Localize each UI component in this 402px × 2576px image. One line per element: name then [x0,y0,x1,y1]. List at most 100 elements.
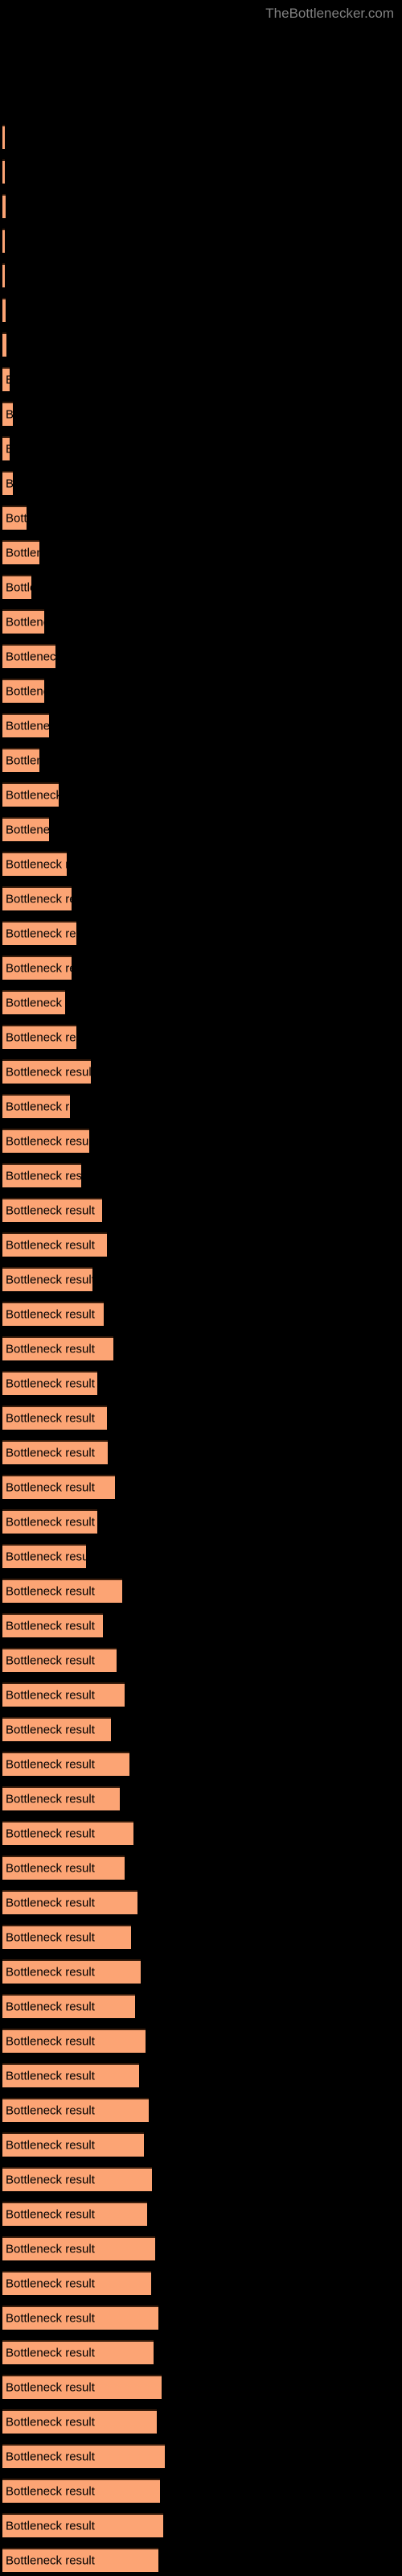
bar[interactable]: Bottleneck result [2,2236,155,2260]
bar[interactable]: Bottleneck result [2,159,5,184]
bar[interactable]: Bottleneck result [2,1821,133,1845]
bar[interactable]: Bottleneck result [2,2340,154,2364]
bar-label: Bottleneck result [6,996,65,1010]
bar[interactable]: Bottleneck result [2,713,49,737]
bar[interactable]: Bottleneck result [2,1717,111,1741]
bar[interactable]: Bottleneck result [2,2548,158,2572]
bar-label: Bottleneck result [6,753,39,768]
bar[interactable]: Bottleneck result [2,436,10,460]
bar-label: Bottleneck result [6,1653,95,1668]
bar-label: Bottleneck result [6,2346,95,2360]
bar[interactable]: Bottleneck result [2,921,76,945]
bar-label: Bottleneck result [6,1584,95,1599]
bar-label: Bottleneck result [6,857,67,872]
bar-label: Bottleneck result [6,1827,95,1841]
bar[interactable]: Bottleneck result [2,1198,102,1222]
bar[interactable]: Bottleneck result [2,229,5,253]
bar[interactable]: Bottleneck result [2,2098,149,2122]
bar[interactable]: Bottleneck result [2,1129,89,1153]
bar-label: Bottleneck result [6,511,27,526]
bar-label: Bottleneck result [6,2519,95,2533]
bar[interactable]: Bottleneck result [2,2479,160,2503]
bar[interactable]: Bottleneck result [2,1994,135,2018]
bar[interactable]: Bottleneck result [2,2375,162,2399]
bar[interactable]: Bottleneck result [2,506,27,530]
bar[interactable]: Bottleneck result [2,575,31,599]
bar[interactable]: Bottleneck result [2,2132,144,2157]
bar-label: Bottleneck result [6,1480,95,1495]
bar[interactable]: Bottleneck result [2,1682,125,1707]
bar[interactable]: Bottleneck result [2,1406,107,1430]
bar[interactable]: Bottleneck result [2,2202,147,2226]
bar-label: Bottleneck result [6,580,31,595]
bar[interactable]: Bottleneck result [2,1371,97,1395]
bar[interactable]: Bottleneck result [2,2271,151,2295]
bar[interactable]: Bottleneck result [2,125,5,149]
bar[interactable]: Bottleneck result [2,990,65,1014]
bar[interactable]: Bottleneck result [2,367,10,391]
bar[interactable]: Bottleneck result [2,1440,108,1464]
bar[interactable]: Bottleneck result [2,886,72,910]
bar[interactable]: Bottleneck result [2,1163,81,1187]
bar[interactable]: Bottleneck result [2,471,13,495]
bar[interactable]: Bottleneck result [2,540,39,564]
bar[interactable]: Bottleneck result [2,1925,131,1949]
bar-label: Bottleneck result [6,409,13,421]
bar[interactable]: Bottleneck result [2,194,6,218]
bar-label: Bottleneck result [6,2103,95,2118]
bar[interactable]: Bottleneck result [2,2029,146,2053]
bar[interactable]: Bottleneck result [2,1475,115,1499]
bar[interactable]: Bottleneck result [2,679,44,703]
bar[interactable]: Bottleneck result [2,1752,129,1776]
bar[interactable]: Bottleneck result [2,1267,92,1291]
bar[interactable]: Bottleneck result [2,1648,117,1672]
bar-label: Bottleneck result [6,1134,89,1149]
bar[interactable]: Bottleneck result [2,782,59,807]
bar[interactable]: Bottleneck result [2,1786,120,1810]
bar-label: Bottleneck result [6,1100,70,1114]
bar[interactable]: Bottleneck result [2,956,72,980]
bar[interactable]: Bottleneck result [2,1890,137,1914]
bar-label: Bottleneck result [6,1342,95,1356]
bar[interactable]: Bottleneck result [2,2513,163,2537]
bar[interactable]: Bottleneck result [2,644,55,668]
bar[interactable]: Bottleneck result [2,298,6,322]
bar[interactable]: Bottleneck result [2,402,13,426]
bar[interactable]: Bottleneck result [2,2063,139,2087]
bar-label: Bottleneck result [6,2138,95,2153]
bar-label: Bottleneck result [6,1411,95,1426]
bar[interactable]: Bottleneck result [2,263,5,287]
bar-label: Bottleneck result [6,374,10,386]
bar[interactable]: Bottleneck result [2,1579,122,1603]
bar-label: Bottleneck result [6,444,10,456]
bar-label: Bottleneck result [6,1377,95,1391]
bar[interactable]: Bottleneck result [2,2409,157,2434]
bar-label: Bottleneck result [6,2207,95,2222]
bar[interactable]: Bottleneck result [2,2444,165,2468]
bar-label: Bottleneck result [6,1065,91,1080]
bar[interactable]: Bottleneck result [2,2167,152,2191]
bar-label: Bottleneck result [6,1169,81,1183]
bar[interactable]: Bottleneck result [2,609,44,634]
bar[interactable]: Bottleneck result [2,852,67,876]
bar[interactable]: Bottleneck result [2,748,39,772]
bar[interactable]: Bottleneck result [2,1613,103,1637]
bar[interactable]: Bottleneck result [2,2306,158,2330]
bar[interactable]: Bottleneck result [2,1059,91,1084]
bar[interactable]: Bottleneck result [2,1336,113,1360]
bar[interactable]: Bottleneck result [2,1959,141,1984]
bar[interactable]: Bottleneck result [2,1302,104,1326]
bar[interactable]: Bottleneck result [2,1232,107,1257]
bar[interactable]: Bottleneck result [2,332,6,357]
bar[interactable]: Bottleneck result [2,1025,76,1049]
bar-label: Bottleneck result [6,1030,76,1045]
bar[interactable]: Bottleneck result [2,1509,97,1534]
bar-label: Bottleneck result [6,2450,95,2464]
bar-label: Bottleneck result [6,2034,95,2049]
bar-label: Bottleneck result [6,650,55,664]
bar[interactable]: Bottleneck result [2,1544,86,1568]
bar[interactable]: Bottleneck result [2,1094,70,1118]
bar[interactable]: Bottleneck result [2,817,49,841]
bar[interactable]: Bottleneck result [2,1856,125,1880]
bar-label: Bottleneck result [6,1861,95,1876]
